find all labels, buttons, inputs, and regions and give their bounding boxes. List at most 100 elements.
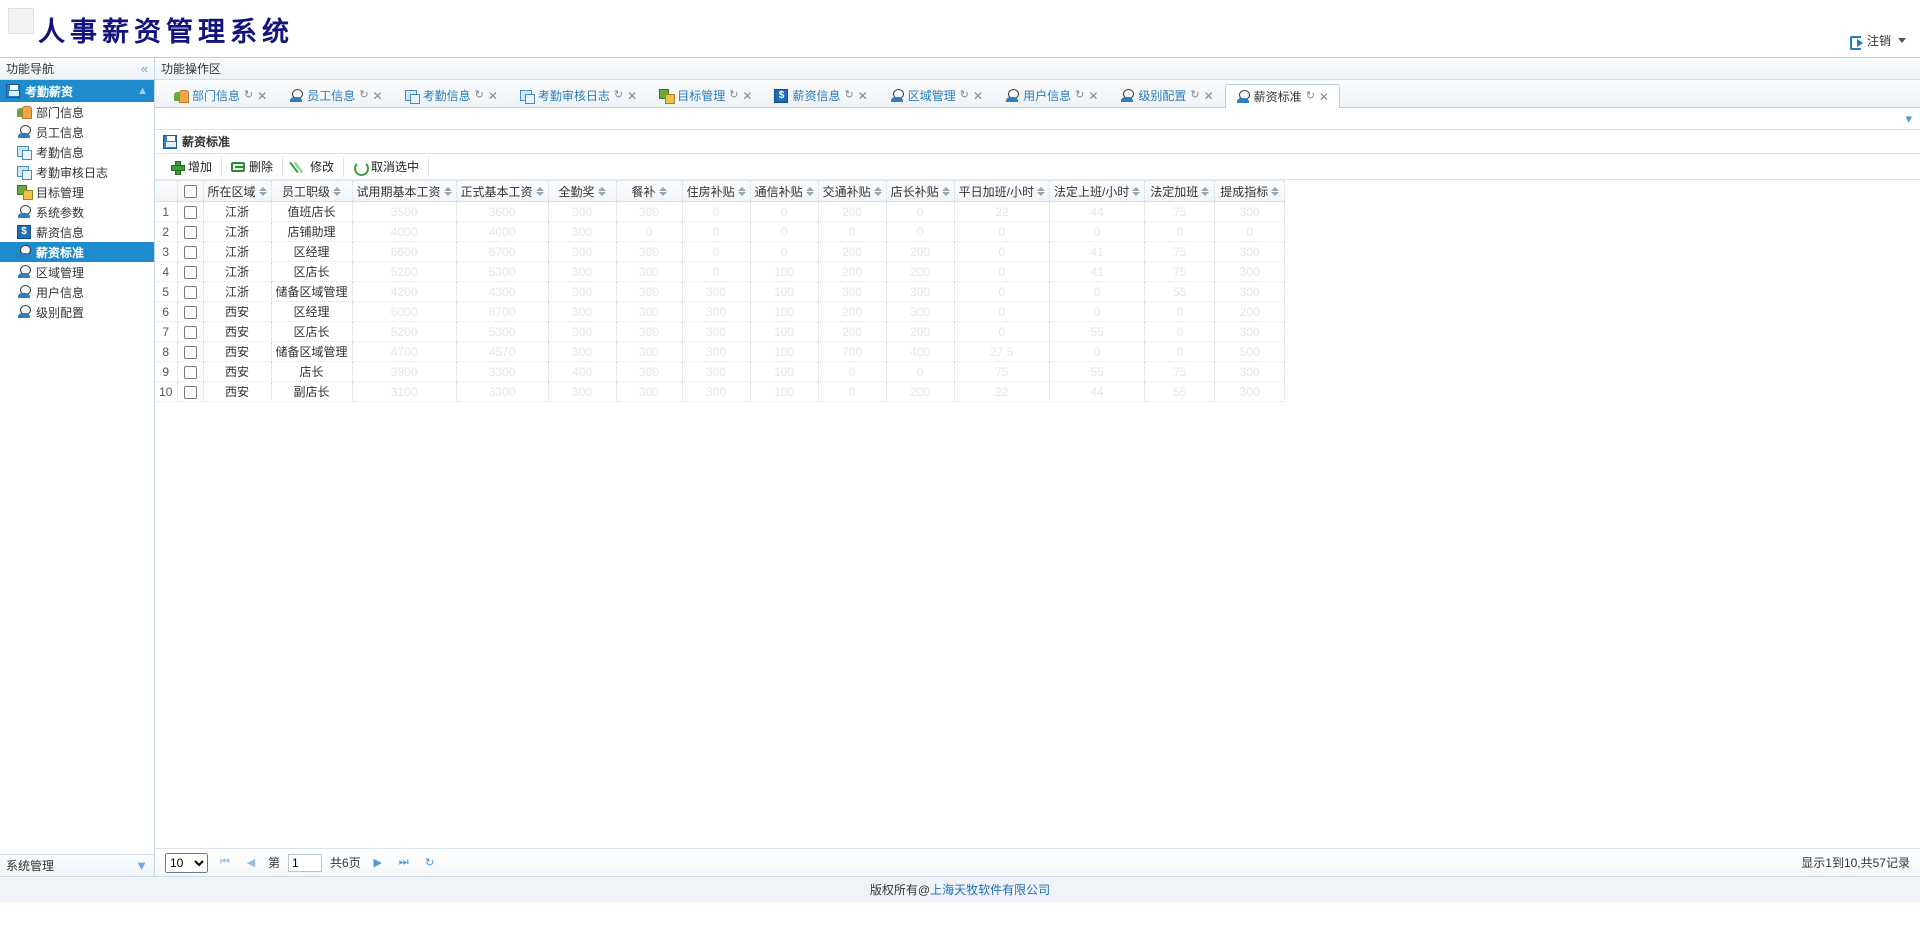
close-icon[interactable]: ✕ <box>973 90 983 102</box>
close-icon[interactable]: ✕ <box>858 90 868 102</box>
row-checkbox[interactable] <box>184 206 197 219</box>
page-number-input[interactable] <box>288 854 322 872</box>
table-row[interactable]: 6西安区经理60006700300300300100200300000200 <box>155 302 1285 322</box>
sort-icon[interactable] <box>874 187 882 196</box>
row-checkbox[interactable] <box>184 286 197 299</box>
row-checkbox[interactable] <box>184 306 197 319</box>
tab-user-info[interactable]: 用户信息 ↻ ✕ <box>994 83 1109 107</box>
header-select-all[interactable] <box>177 181 203 202</box>
sort-icon[interactable] <box>259 187 267 196</box>
tab-attendance-info[interactable]: 考勤信息 ↻ ✕ <box>394 83 509 107</box>
row-checkbox-cell[interactable] <box>177 342 203 362</box>
row-checkbox[interactable] <box>184 226 197 239</box>
row-checkbox-cell[interactable] <box>177 282 203 302</box>
close-icon[interactable]: ✕ <box>1204 90 1214 102</box>
sidebar-item-salary-info[interactable]: $ 薪资信息 <box>0 222 154 242</box>
tab-department-info[interactable]: 部门信息 ↻ ✕ <box>163 83 278 107</box>
page-size-select[interactable]: 10203050100 <box>165 853 208 873</box>
row-checkbox[interactable] <box>184 366 197 379</box>
sidebar-group-system-management[interactable]: 系统管理 ▼ <box>0 854 154 876</box>
table-row[interactable]: 3江浙区经理660067003003000020020004175300 <box>155 242 1285 262</box>
row-checkbox[interactable] <box>184 326 197 339</box>
refresh-icon[interactable]: ↻ <box>244 90 253 101</box>
delete-button[interactable]: 删除 <box>222 157 283 177</box>
sort-icon[interactable] <box>598 187 606 196</box>
sidebar-group-attendance-payroll[interactable]: 考勤薪资 ▲ <box>0 80 154 102</box>
row-checkbox-cell[interactable] <box>177 382 203 402</box>
select-all-checkbox[interactable] <box>184 185 197 198</box>
header-job-level[interactable]: 员工职级 <box>271 181 352 202</box>
refresh-icon[interactable]: ↻ <box>1190 90 1199 101</box>
sort-icon[interactable] <box>738 187 746 196</box>
logout-button[interactable]: 注销 <box>1849 32 1906 49</box>
header-statutory-work-hour[interactable]: 法定上班/小时 <box>1049 181 1144 202</box>
first-page-icon[interactable]: ⏮ <box>216 854 234 872</box>
close-icon[interactable]: ✕ <box>742 90 752 102</box>
collapse-left-icon[interactable]: « <box>141 62 148 75</box>
sidebar-item-system-parameters[interactable]: 系统参数 <box>0 202 154 222</box>
chevron-down-icon[interactable]: ▾ <box>1905 111 1912 127</box>
sidebar-item-attendance-audit-log[interactable]: 考勤审核日志 <box>0 162 154 182</box>
sort-icon[interactable] <box>333 187 341 196</box>
header-weekday-overtime-hour[interactable]: 平日加班/小时 <box>954 181 1049 202</box>
sort-icon[interactable] <box>1132 187 1140 196</box>
close-icon[interactable]: ✕ <box>1319 91 1329 103</box>
header-region[interactable]: 所在区域 <box>203 181 271 202</box>
table-row[interactable]: 2江浙店铺助理40004000300000000000 <box>155 222 1285 242</box>
tab-region-management[interactable]: 区域管理 ↻ ✕ <box>879 83 994 107</box>
row-checkbox-cell[interactable] <box>177 302 203 322</box>
tab-attendance-audit-log[interactable]: 考勤审核日志 ↻ ✕ <box>509 83 648 107</box>
last-page-icon[interactable]: ⏭ <box>395 854 413 872</box>
row-checkbox-cell[interactable] <box>177 222 203 242</box>
tab-level-config[interactable]: 级别配置 ↻ ✕ <box>1109 83 1224 107</box>
row-checkbox-cell[interactable] <box>177 322 203 342</box>
add-button[interactable]: 增加 <box>161 157 222 177</box>
refresh-icon[interactable]: ↻ <box>845 90 854 101</box>
row-checkbox[interactable] <box>184 266 197 279</box>
edit-button[interactable]: 修改 <box>283 157 344 177</box>
header-commission-target[interactable]: 提成指标 <box>1215 181 1285 202</box>
close-icon[interactable]: ✕ <box>488 90 498 102</box>
table-row[interactable]: 7西安区店长520053003003003001002002000550300 <box>155 322 1285 342</box>
header-statutory-overtime[interactable]: 法定加班 <box>1145 181 1215 202</box>
sort-icon[interactable] <box>444 187 452 196</box>
sidebar-item-region-management[interactable]: 区域管理 <box>0 262 154 282</box>
header-formal-base-salary[interactable]: 正式基本工资 <box>456 181 548 202</box>
row-checkbox[interactable] <box>184 346 197 359</box>
row-checkbox-cell[interactable] <box>177 202 203 222</box>
row-checkbox-cell[interactable] <box>177 262 203 282</box>
refresh-icon[interactable]: ↻ <box>729 90 738 101</box>
sort-icon[interactable] <box>1271 187 1279 196</box>
header-probation-base-salary[interactable]: 试用期基本工资 <box>352 181 456 202</box>
refresh-icon[interactable]: ↻ <box>1075 90 1084 101</box>
refresh-icon[interactable]: ↻ <box>1306 91 1315 102</box>
refresh-icon[interactable]: ↻ <box>359 90 368 101</box>
refresh-icon[interactable]: ↻ <box>614 90 623 101</box>
row-checkbox[interactable] <box>184 386 197 399</box>
header-communication-allowance[interactable]: 通信补贴 <box>750 181 818 202</box>
sidebar-item-user-info[interactable]: 用户信息 <box>0 282 154 302</box>
tab-goal-management[interactable]: 目标管理 ↻ ✕ <box>648 83 763 107</box>
refresh-icon[interactable]: ↻ <box>960 90 969 101</box>
sidebar-item-attendance-info[interactable]: 考勤信息 <box>0 142 154 162</box>
sort-icon[interactable] <box>1201 187 1209 196</box>
sidebar-item-department-info[interactable]: 部门信息 <box>0 102 154 122</box>
sort-icon[interactable] <box>1037 187 1045 196</box>
header-full-attendance-bonus[interactable]: 全勤奖 <box>548 181 616 202</box>
prev-page-icon[interactable]: ◀ <box>242 854 260 872</box>
table-row[interactable]: 9西安店长3900330040030030010000755575300 <box>155 362 1285 382</box>
sort-icon[interactable] <box>659 187 667 196</box>
sort-icon[interactable] <box>942 187 950 196</box>
row-checkbox-cell[interactable] <box>177 242 203 262</box>
table-row[interactable]: 1江浙值班店长35003600300300002000224475300 <box>155 202 1285 222</box>
refresh-icon[interactable]: ↻ <box>421 854 439 872</box>
table-row[interactable]: 8西安储备区域管理4700457030030030010070040027.50… <box>155 342 1285 362</box>
header-housing-allowance[interactable]: 住房补贴 <box>682 181 750 202</box>
table-row[interactable]: 10西安副店长310033003003003001000200224455300 <box>155 382 1285 402</box>
tab-salary-info[interactable]: $ 薪资信息 ↻ ✕ <box>763 83 878 107</box>
tab-employee-info[interactable]: 员工信息 ↻ ✕ <box>278 83 393 107</box>
row-checkbox[interactable] <box>184 246 197 259</box>
header-store-manager-allowance[interactable]: 店长补贴 <box>886 181 954 202</box>
close-icon[interactable]: ✕ <box>257 90 267 102</box>
sort-icon[interactable] <box>536 187 544 196</box>
